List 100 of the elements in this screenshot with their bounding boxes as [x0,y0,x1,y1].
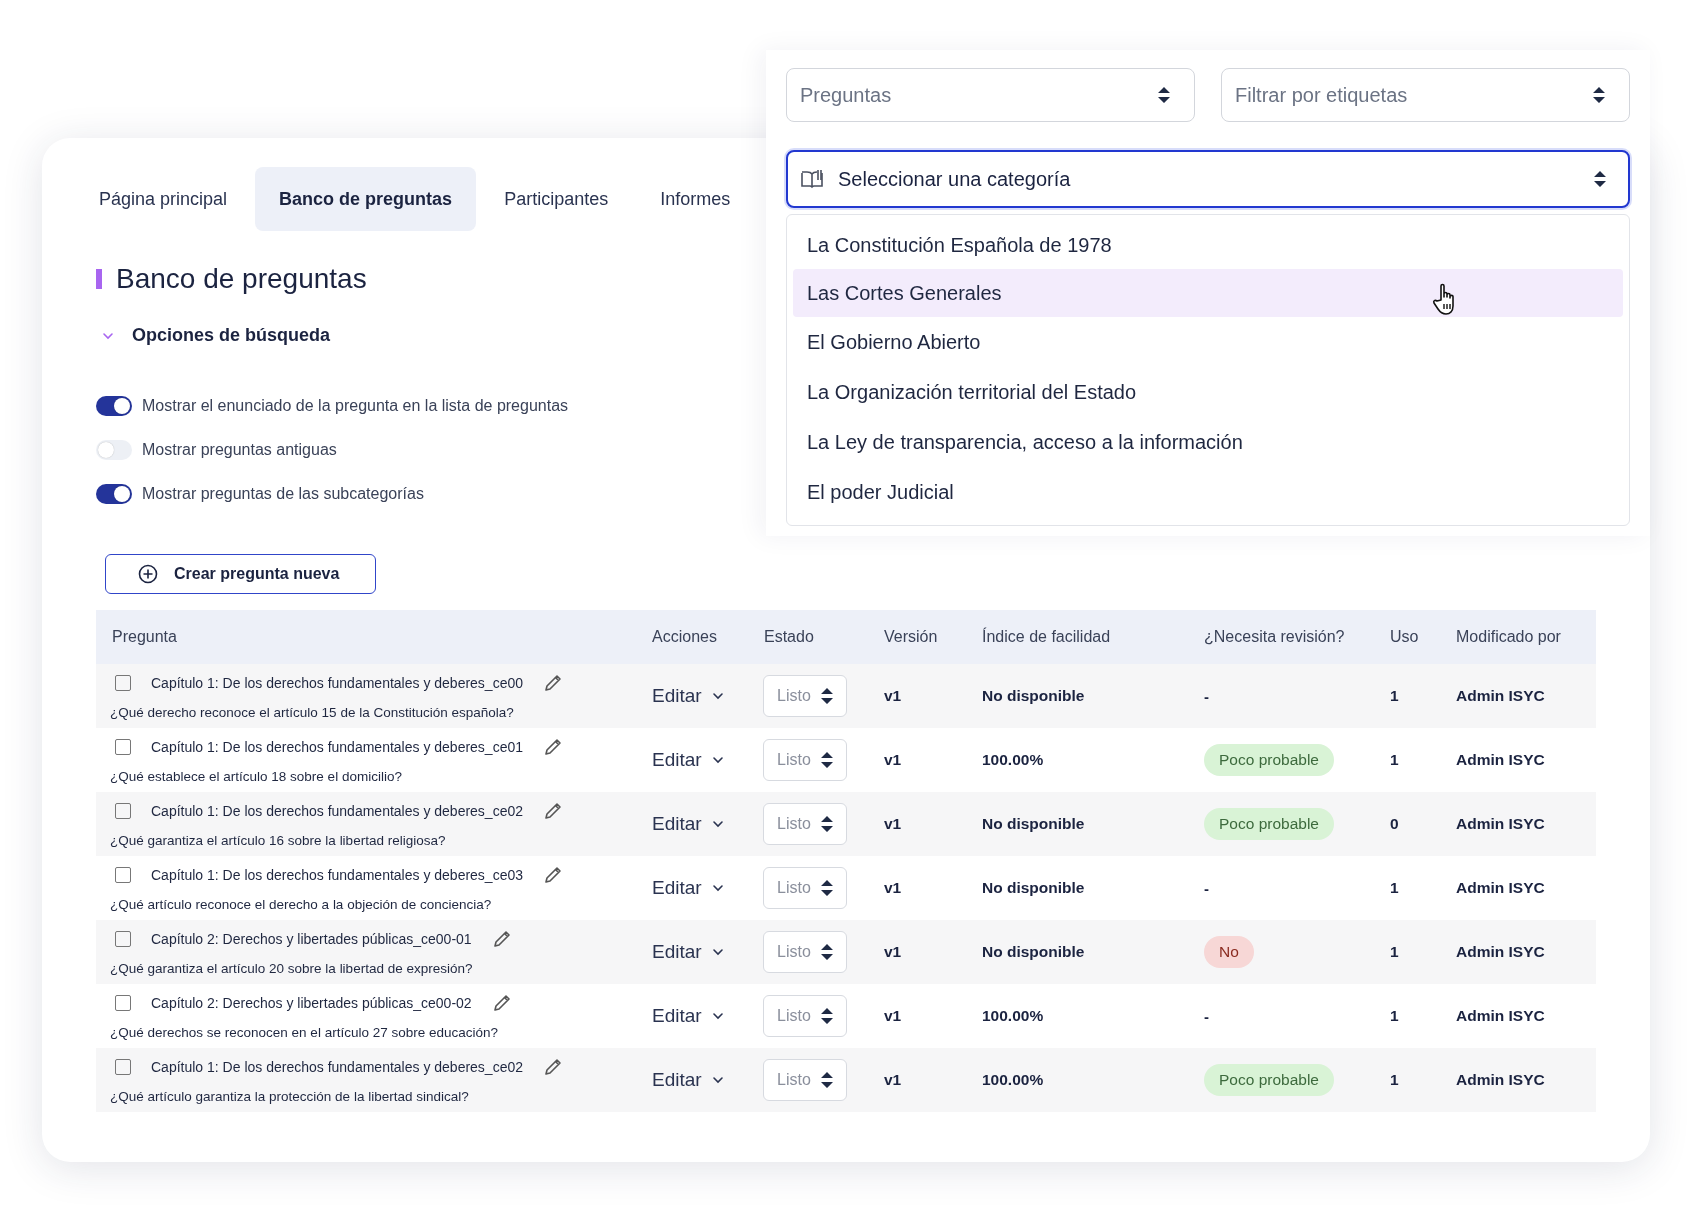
column-header: Índice de facilidad [981,628,1112,646]
modified-by-cell-text: Admin ISYC [1455,751,1546,769]
tab[interactable]: Página principal [75,167,252,231]
status-badge: Poco probable [1204,1064,1334,1096]
column-header: Pregunta [111,628,178,646]
column-header: Estado [763,628,815,646]
heading-accent-bar [96,269,102,289]
toggle-switch[interactable] [96,484,132,504]
chevron-down-icon [711,690,724,702]
question-text: ¿Qué establece el artículo 18 sobre el domicilio? [110,768,403,784]
version-cell-text: v1 [883,1071,903,1089]
row-checkbox[interactable] [115,1058,131,1075]
facility-cell-text: 100.00% [981,751,1045,769]
updown-arrows-icon [1593,87,1605,103]
question-text: ¿Qué derechos se reconocen en el artículo 27 sobre educación? [110,1024,499,1040]
edit-menu-button[interactable]: Editar [640,1069,724,1091]
pencil-icon[interactable] [491,928,512,949]
question-text: ¿Qué artículo reconoce el derecho a la objeción de conciencia? [110,896,493,912]
toggle-switch[interactable] [96,440,132,460]
status-badge: Poco probable [1204,744,1334,776]
updown-arrows-icon [820,752,833,768]
usage-cell-text: 1 [1389,879,1400,897]
dropdown-option[interactable]: La Constitución Española de 1978 [793,221,1623,269]
tab[interactable]: Participantes [480,167,633,231]
tab[interactable]: Informes [636,167,755,231]
toggle-label: Mostrar el enunciado de la pregunta en la lista de preguntas [142,397,569,415]
modified-by-cell-text: Admin ISYC [1455,815,1546,833]
version-cell-text: v1 [883,751,903,769]
row-checkbox[interactable] [115,930,131,947]
question-title: Capítulo 1: De los derechos fundamentales y deberes_ce02 [151,1058,523,1075]
question-title: Capítulo 2: Derechos y libertades públicas_ce00-02 [151,994,472,1011]
pencil-icon[interactable] [491,992,512,1013]
section-toggle[interactable]: Opciones de búsqueda [132,325,331,346]
updown-arrows-icon [820,1072,833,1088]
dropdown-option[interactable]: Las Cortes Generales [793,269,1623,317]
type-select[interactable]: Preguntas [786,68,1195,122]
edit-menu-button[interactable]: Editar [640,1005,724,1027]
facility-cell-text: 100.00% [981,1071,1045,1089]
status-badge: No [1204,936,1254,968]
updown-arrows-icon [820,1008,833,1024]
column-header: ¿Necesita revisión? [1203,628,1346,646]
question-title: Capítulo 1: De los derechos fundamentales y deberes_ce02 [151,802,523,819]
chevron-down-icon [711,1010,724,1022]
modified-by-cell-text: Admin ISYC [1455,1071,1546,1089]
updown-arrows-icon [820,880,833,896]
pencil-icon[interactable] [543,864,563,885]
row-checkbox[interactable] [115,802,131,819]
category-select[interactable]: Seleccionar una categoría [786,150,1630,208]
edit-menu-button[interactable]: Editar [640,685,724,707]
create-question-button[interactable]: Crear pregunta nueva [105,554,376,594]
tab[interactable]: Banco de preguntas [255,167,477,231]
question-text: ¿Qué garantiza el artículo 20 sobre la libertad de expresión? [110,960,474,976]
version-cell-text: v1 [883,815,903,833]
toggle-label: Mostrar preguntas antiguas [142,441,337,459]
usage-cell-text: 1 [1389,943,1400,961]
question-text: ¿Qué derecho reconoce el artículo 15 de la Constitución española? [110,704,515,720]
question-text: ¿Qué garantiza el artículo 16 sobre la libertad religiosa? [110,832,447,848]
chevron-down-icon [711,1074,724,1086]
facility-cell-text: No disponible [981,879,1086,897]
status-badge: Poco probable [1204,808,1334,840]
updown-arrows-icon [820,944,833,960]
row-checkbox[interactable] [115,674,131,691]
modified-by-cell-text: Admin ISYC [1455,1007,1546,1025]
facility-cell-text: 100.00% [981,1007,1045,1025]
usage-cell-text: 1 [1389,687,1400,705]
dropdown-option[interactable]: La Ley de transparencia, acceso a la información [793,417,1623,467]
dropdown-option[interactable]: La Organización territorial del Estado [793,367,1623,417]
row-checkbox[interactable] [115,738,131,755]
toggle-switch[interactable] [96,396,132,416]
question-title: Capítulo 2: Derechos y libertades públicas_ce00-01 [151,930,472,947]
version-cell-text: v1 [883,687,903,705]
modified-by-cell-text: Admin ISYC [1455,943,1546,961]
usage-cell-text: 0 [1389,815,1400,833]
pencil-icon[interactable] [543,1056,563,1077]
dropdown-option[interactable]: El poder Judicial [793,467,1623,517]
usage-cell-text: 1 [1389,1007,1400,1025]
column-header: Versión [883,628,939,646]
facility-cell-text: No disponible [981,943,1086,961]
edit-menu-button[interactable]: Editar [640,749,724,771]
row-checkbox[interactable] [115,866,131,883]
usage-cell-text: 1 [1389,1071,1400,1089]
question-title: Capítulo 1: De los derechos fundamentales y deberes_ce00 [151,674,523,691]
toggle-label: Mostrar preguntas de las subcategorías [142,485,424,503]
chevron-down-icon [711,818,724,830]
chevron-down-icon [711,882,724,894]
edit-menu-button[interactable]: Editar [640,877,724,899]
pencil-icon[interactable] [543,800,563,821]
pencil-icon[interactable] [543,672,563,693]
version-cell-text: v1 [883,879,903,897]
pencil-icon[interactable] [543,736,563,757]
question-title: Capítulo 1: De los derechos fundamentales y deberes_ce01 [151,738,523,755]
modified-by-cell-text: Admin ISYC [1455,879,1546,897]
edit-menu-button[interactable]: Editar [640,813,724,835]
edit-menu-button[interactable]: Editar [640,941,724,963]
dropdown-option[interactable]: El Gobierno Abierto [793,317,1623,367]
plus-circle-icon [138,564,158,584]
tags-select[interactable]: Filtrar por etiquetas [1221,68,1630,122]
facility-cell-text: No disponible [981,687,1086,705]
row-checkbox[interactable] [115,994,131,1011]
column-header: Modificado por [1455,628,1562,646]
